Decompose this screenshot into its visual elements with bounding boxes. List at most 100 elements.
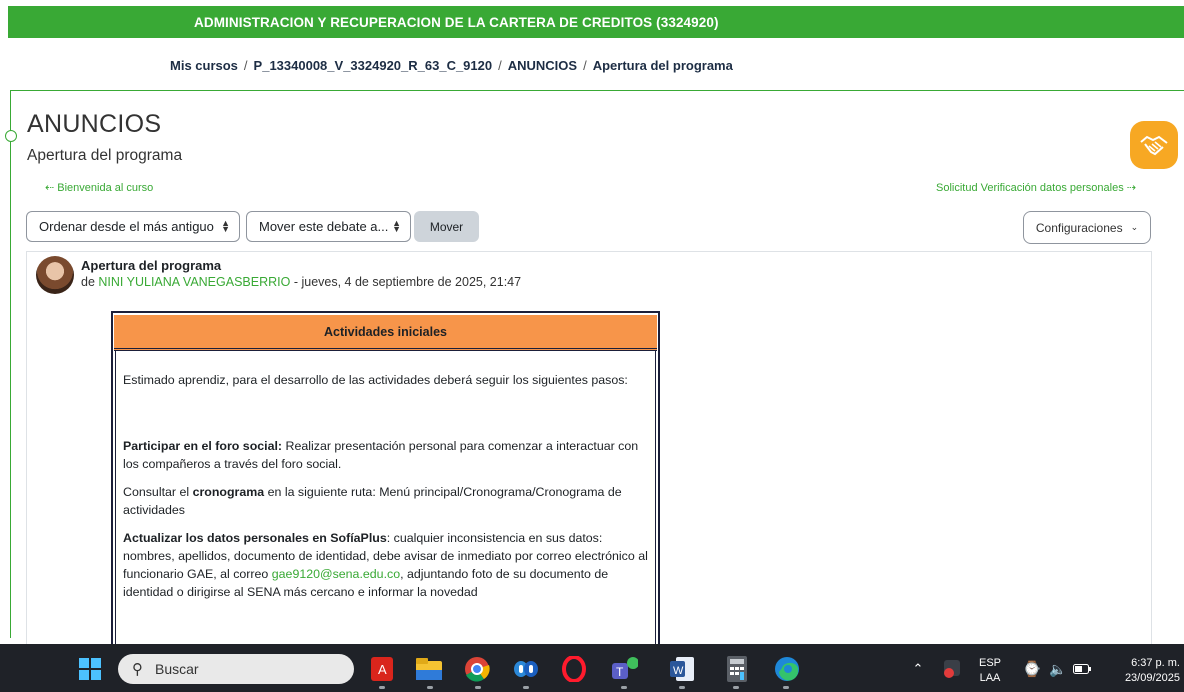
- running-indicator: [475, 686, 481, 689]
- page-edge: [0, 0, 8, 38]
- sort-order-value: Ordenar desde el más antiguo: [39, 219, 214, 234]
- clock[interactable]: 6:37 p. m. 23/09/2025: [1108, 656, 1180, 686]
- tray-app-button[interactable]: [938, 655, 966, 683]
- running-indicator: [427, 686, 433, 689]
- running-indicator: [523, 686, 529, 689]
- edge-icon: [775, 657, 799, 681]
- intro-paragraph: Estimado aprendiz, para el desarrollo de…: [123, 373, 628, 387]
- post-date: - jueves, 4 de septiembre de 2025, 21:47: [293, 275, 522, 289]
- svg-text:A: A: [378, 662, 387, 677]
- language-code: ESP: [978, 657, 1001, 669]
- prev-discussion-link[interactable]: ⇠ Bienvenida al curso: [45, 181, 153, 194]
- page-subtitle: Apertura del programa: [27, 147, 183, 164]
- svg-text:T: T: [616, 665, 624, 679]
- acrobat-icon: A: [371, 657, 393, 681]
- content-body: Estimado aprendiz, para el desarrollo de…: [123, 371, 653, 601]
- teams-app[interactable]: T: [610, 655, 638, 683]
- clock-time: 6:37 p. m.: [1131, 657, 1180, 669]
- social-forum-heading: Participar en el foro social:: [123, 439, 283, 453]
- course-header-bar: ADMINISTRACION Y RECUPERACION DE LA CART…: [8, 6, 1184, 38]
- network-button[interactable]: ⌚: [1018, 655, 1046, 683]
- keyboard-layout: LAA: [979, 672, 1001, 684]
- settings-label: Configuraciones: [1035, 220, 1123, 235]
- language-indicator[interactable]: ESP LAA: [975, 656, 1005, 686]
- opera-icon: [562, 656, 586, 682]
- help-handshake-button[interactable]: [1130, 121, 1178, 169]
- schedule-paragraph: Consultar el cronograma en la siguiente …: [123, 483, 653, 519]
- chevron-down-icon: ⌄: [1130, 222, 1139, 232]
- running-indicator: [783, 686, 789, 689]
- breadcrumb-separator: /: [583, 58, 587, 73]
- breadcrumb-item-course[interactable]: P_13340008_V_3324920_R_63_C_9120: [254, 58, 493, 73]
- prev-discussion-label: Bienvenida al curso: [57, 182, 154, 194]
- schedule-bold: cronograma: [192, 485, 265, 499]
- arrow-right-icon: ⇢: [1126, 182, 1136, 194]
- volume-icon: 🔈: [1049, 660, 1067, 677]
- search-icon: ⚲: [132, 661, 143, 678]
- sort-order-select[interactable]: Ordenar desde el más antiguo ▲ ▼: [26, 211, 240, 242]
- select-caret-icon: ▲ ▼: [221, 218, 230, 234]
- course-title: ADMINISTRACION Y RECUPERACION DE LA CART…: [194, 14, 719, 30]
- start-button[interactable]: [76, 655, 104, 683]
- breadcrumb-separator: /: [498, 58, 502, 73]
- battery-button[interactable]: [1068, 655, 1096, 683]
- teams-icon: T: [612, 657, 638, 679]
- clock-date: 23/09/2025: [1124, 672, 1180, 684]
- breadcrumb-item-discussion: Apertura del programa: [592, 58, 733, 73]
- timeline-dot: [5, 130, 17, 142]
- social-forum-paragraph: Participar en el foro social: Realizar p…: [123, 437, 653, 473]
- windows-logo-icon: [79, 658, 101, 680]
- content-table-header: Actividades iniciales: [114, 315, 657, 351]
- copilot-app[interactable]: [512, 655, 540, 683]
- search-placeholder: Buscar: [155, 661, 199, 677]
- word-icon: W: [670, 657, 694, 681]
- tray-overflow-button[interactable]: ⌃: [904, 655, 932, 683]
- post-by-label: de: [81, 275, 95, 289]
- timeline-line: [10, 90, 11, 638]
- move-discussion-select[interactable]: Mover este debate a... ▲ ▼: [246, 211, 411, 242]
- running-indicator: [733, 686, 739, 689]
- handshake-icon: [1140, 135, 1168, 156]
- file-explorer-app[interactable]: [415, 655, 443, 683]
- tray-app-icon: [944, 660, 960, 678]
- breadcrumb-item-my-courses[interactable]: Mis cursos: [170, 58, 238, 73]
- taskbar-search[interactable]: ⚲ Buscar: [118, 654, 354, 684]
- timeline-top-line: [10, 90, 1184, 91]
- breadcrumb-item-forum[interactable]: ANUNCIOS: [508, 58, 577, 73]
- calculator-icon: [727, 656, 747, 682]
- word-app[interactable]: W: [668, 655, 696, 683]
- post-meta: de NINI YULIANA VANEGASBERRIO - jueves, …: [81, 275, 521, 289]
- select-caret-icon: ▲ ▼: [392, 218, 401, 234]
- copilot-icon: [514, 661, 538, 677]
- move-button[interactable]: Mover: [414, 211, 479, 242]
- arrow-left-icon: ⇠: [45, 182, 55, 194]
- chrome-icon: [465, 657, 490, 682]
- settings-button[interactable]: Configuraciones ⌄: [1023, 211, 1151, 244]
- calculator-app[interactable]: [723, 655, 751, 683]
- post-author-link[interactable]: NINI YULIANA VANEGASBERRIO: [98, 275, 290, 289]
- acrobat-app[interactable]: A: [368, 655, 396, 683]
- page-title: ANUNCIOS: [27, 110, 162, 138]
- wifi-icon: ⌚: [1022, 661, 1042, 678]
- running-indicator: [621, 686, 627, 689]
- schedule-pre: Consultar el: [123, 485, 193, 499]
- update-data-heading: Actualizar los datos personales en Sofía…: [123, 531, 387, 545]
- move-discussion-value: Mover este debate a...: [259, 219, 389, 234]
- battery-icon: [1073, 664, 1091, 674]
- edge-app[interactable]: [773, 655, 801, 683]
- chevron-up-icon: ⌃: [912, 661, 924, 676]
- next-discussion-link[interactable]: Solicitud Verificación datos personales …: [936, 181, 1136, 194]
- author-avatar[interactable]: [36, 256, 74, 294]
- gae-email-link[interactable]: gae9120@sena.edu.co: [272, 567, 400, 581]
- breadcrumb-separator: /: [243, 58, 248, 73]
- running-indicator: [379, 686, 385, 689]
- opera-app[interactable]: [560, 655, 588, 683]
- running-indicator: [679, 686, 685, 689]
- folder-icon: [416, 658, 442, 680]
- chrome-app[interactable]: [463, 655, 491, 683]
- update-data-paragraph: Actualizar los datos personales en Sofía…: [123, 529, 653, 601]
- breadcrumb: Mis cursos / P_13340008_V_3324920_R_63_C_9…: [170, 58, 733, 73]
- post-title: Apertura del programa: [81, 258, 222, 273]
- svg-text:W: W: [673, 665, 684, 677]
- next-discussion-label: Solicitud Verificación datos personales: [935, 182, 1124, 194]
